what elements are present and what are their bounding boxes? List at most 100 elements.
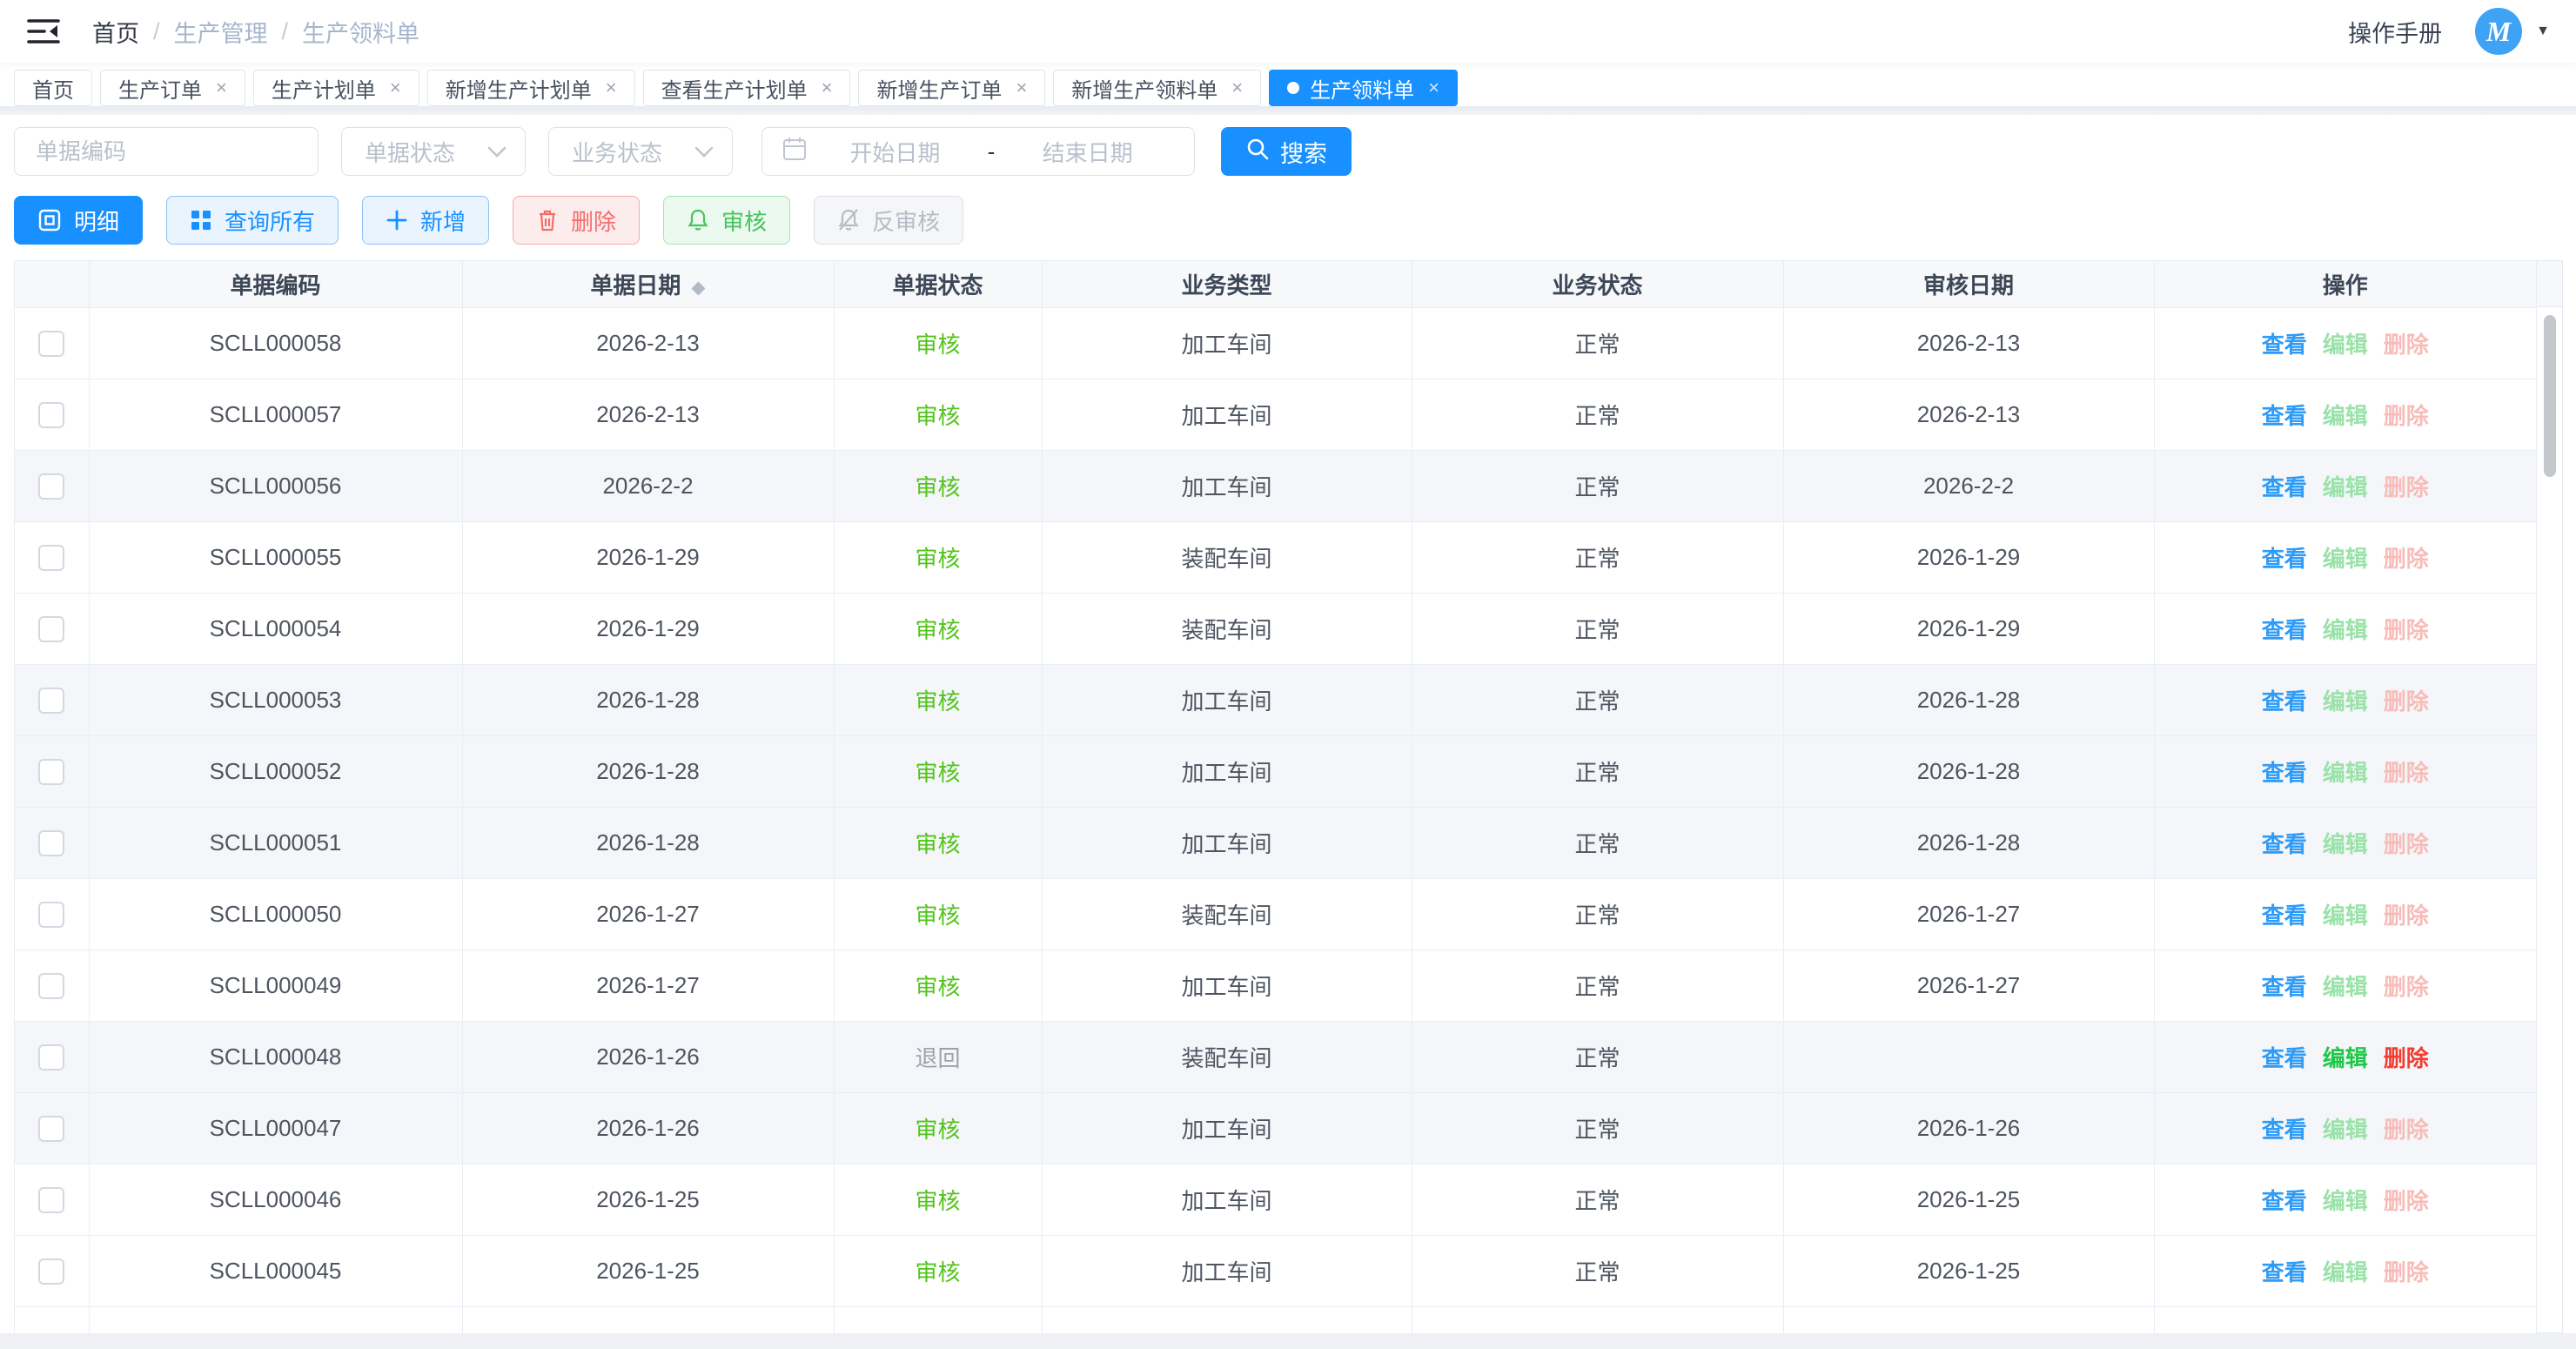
view-link[interactable]: 查看 — [2262, 332, 2307, 358]
row-checkbox[interactable] — [38, 616, 64, 642]
edit-link[interactable]: 编辑 — [2323, 760, 2368, 786]
audit-date-cell: 2026-2-13 — [1783, 307, 2154, 379]
operations-cell: 查看编辑删除 — [2154, 807, 2537, 878]
view-link[interactable]: 查看 — [2262, 617, 2307, 643]
unaudit-button[interactable]: 反审核 — [814, 196, 963, 245]
doc-date-cell: 2026-1-29 — [462, 521, 834, 593]
view-link[interactable]: 查看 — [2262, 1259, 2307, 1285]
column-header: 审核日期 — [1783, 261, 2154, 307]
row-checkbox[interactable] — [38, 759, 64, 785]
biz-status-select[interactable]: 业务状态 — [548, 127, 733, 176]
biz-status-cell: 正常 — [1412, 1092, 1783, 1164]
view-link[interactable]: 查看 — [2262, 831, 2307, 857]
tab-7[interactable]: 生产领料单× — [1269, 70, 1458, 106]
view-link[interactable]: 查看 — [2262, 474, 2307, 500]
row-checkbox[interactable] — [38, 545, 64, 571]
tab-close-icon[interactable]: × — [1231, 77, 1243, 99]
edit-link[interactable]: 编辑 — [2323, 332, 2368, 358]
edit-link[interactable]: 编辑 — [2323, 688, 2368, 715]
query-all-button[interactable]: 查询所有 — [166, 196, 339, 245]
delete-link[interactable]: 删除 — [2384, 1259, 2429, 1285]
table-row: SCLL0000472026-1-26审核加工车间正常2026-1-26查看编辑… — [15, 1092, 2537, 1164]
view-link[interactable]: 查看 — [2262, 760, 2307, 786]
tab-3[interactable]: 新增生产计划单× — [427, 70, 635, 106]
row-checkbox[interactable] — [38, 1258, 64, 1285]
delete-link[interactable]: 删除 — [2384, 546, 2429, 572]
view-link[interactable]: 查看 — [2262, 546, 2307, 572]
delete-link[interactable]: 删除 — [2384, 903, 2429, 929]
edit-link[interactable]: 编辑 — [2323, 1259, 2368, 1285]
operation-manual-link[interactable]: 操作手册 — [2348, 15, 2442, 49]
row-checkbox[interactable] — [38, 1116, 64, 1142]
view-link[interactable]: 查看 — [2262, 903, 2307, 929]
delete-link[interactable]: 删除 — [2384, 1117, 2429, 1143]
delete-link[interactable]: 删除 — [2384, 1188, 2429, 1214]
edit-link[interactable]: 编辑 — [2323, 403, 2368, 429]
scrollbar-thumb[interactable] — [2544, 315, 2556, 477]
delete-link[interactable]: 删除 — [2384, 1045, 2429, 1071]
row-checkbox[interactable] — [38, 331, 64, 357]
doc-status-select[interactable]: 单据状态 — [341, 127, 526, 176]
audit-button[interactable]: 审核 — [663, 196, 790, 245]
avatar[interactable]: M — [2475, 8, 2522, 55]
edit-link[interactable]: 编辑 — [2323, 474, 2368, 500]
delete-link[interactable]: 删除 — [2384, 474, 2429, 500]
view-link[interactable]: 查看 — [2262, 688, 2307, 715]
tab-0[interactable]: 首页 — [14, 70, 92, 106]
date-range-picker[interactable]: 开始日期 - 结束日期 — [761, 127, 1195, 176]
row-checkbox[interactable] — [38, 830, 64, 856]
collapse-menu-icon[interactable] — [26, 16, 61, 47]
edit-link[interactable]: 编辑 — [2323, 617, 2368, 643]
delete-link[interactable]: 删除 — [2384, 403, 2429, 429]
tab-6[interactable]: 新增生产领料单× — [1053, 70, 1261, 106]
row-checkbox[interactable] — [38, 902, 64, 928]
delete-link[interactable]: 删除 — [2384, 974, 2429, 1000]
tab-close-icon[interactable]: × — [1428, 77, 1439, 99]
user-menu-caret-icon[interactable]: ▼ — [2536, 23, 2550, 39]
tab-close-icon[interactable]: × — [822, 77, 833, 99]
tab-close-icon[interactable]: × — [606, 77, 617, 99]
view-link[interactable]: 查看 — [2262, 1117, 2307, 1143]
tab-2[interactable]: 生产计划单× — [253, 70, 419, 106]
table-row: SCLL0000542026-1-29审核装配车间正常2026-1-29查看编辑… — [15, 593, 2537, 664]
add-button[interactable]: 新增 — [362, 196, 489, 245]
tab-1[interactable]: 生产订单× — [100, 70, 245, 106]
tab-5[interactable]: 新增生产订单× — [858, 70, 1045, 106]
breadcrumb-production-management[interactable]: 生产管理 — [174, 15, 268, 49]
end-date-placeholder[interactable]: 结束日期 — [1000, 136, 1175, 168]
row-checkbox[interactable] — [38, 473, 64, 500]
detail-button[interactable]: 明细 — [14, 196, 143, 245]
tab-close-icon[interactable]: × — [1016, 77, 1027, 99]
edit-link[interactable]: 编辑 — [2323, 1045, 2368, 1071]
row-checkbox[interactable] — [38, 1044, 64, 1070]
edit-link[interactable]: 编辑 — [2323, 903, 2368, 929]
delete-link[interactable]: 删除 — [2384, 760, 2429, 786]
edit-link[interactable]: 编辑 — [2323, 974, 2368, 1000]
view-link[interactable]: 查看 — [2262, 1045, 2307, 1071]
sort-icon[interactable]: ◆ — [691, 278, 705, 298]
start-date-placeholder[interactable]: 开始日期 — [808, 136, 983, 168]
view-link[interactable]: 查看 — [2262, 1188, 2307, 1214]
tab-close-icon[interactable]: × — [216, 77, 227, 99]
search-button[interactable]: 搜索 — [1221, 127, 1352, 176]
edit-link[interactable]: 编辑 — [2323, 546, 2368, 572]
view-link[interactable]: 查看 — [2262, 974, 2307, 1000]
delete-button[interactable]: 删除 — [513, 196, 640, 245]
tab-close-icon[interactable]: × — [390, 77, 401, 99]
row-checkbox[interactable] — [38, 973, 64, 999]
edit-link[interactable]: 编辑 — [2323, 1117, 2368, 1143]
doc-code-input[interactable] — [36, 138, 297, 165]
column-header-label: 单据状态 — [892, 272, 983, 299]
delete-link[interactable]: 删除 — [2384, 688, 2429, 715]
row-checkbox[interactable] — [38, 402, 64, 428]
breadcrumb-home[interactable]: 首页 — [92, 15, 139, 49]
row-checkbox[interactable] — [38, 1187, 64, 1213]
delete-link[interactable]: 删除 — [2384, 332, 2429, 358]
view-link[interactable]: 查看 — [2262, 403, 2307, 429]
delete-link[interactable]: 删除 — [2384, 617, 2429, 643]
row-checkbox[interactable] — [38, 688, 64, 714]
edit-link[interactable]: 编辑 — [2323, 1188, 2368, 1214]
delete-link[interactable]: 删除 — [2384, 831, 2429, 857]
edit-link[interactable]: 编辑 — [2323, 831, 2368, 857]
tab-4[interactable]: 查看生产计划单× — [643, 70, 851, 106]
